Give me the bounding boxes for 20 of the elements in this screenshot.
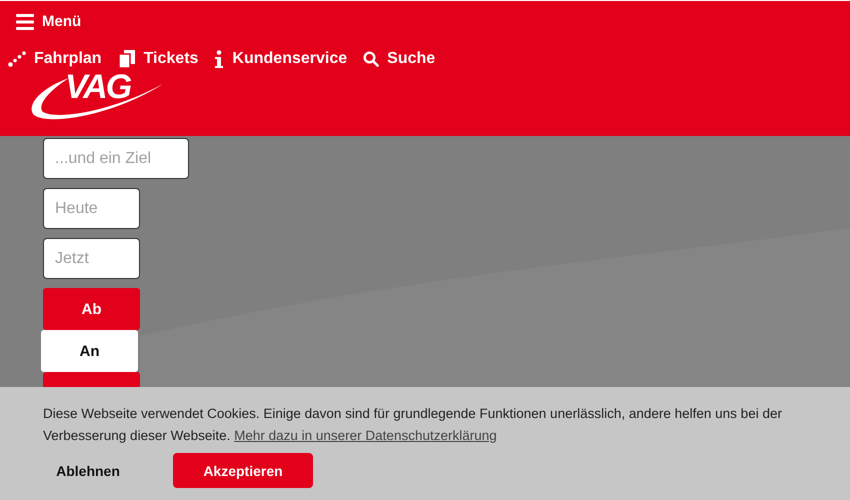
decline-button[interactable]: Ablehnen	[43, 453, 133, 488]
dots-icon	[8, 51, 26, 67]
input-field[interactable]: Heute	[43, 188, 140, 229]
search-icon	[363, 51, 380, 67]
menu-button[interactable]: Menü	[8, 11, 90, 32]
nav-link[interactable]: Fahrplan	[8, 50, 102, 68]
menu-icon	[16, 14, 34, 30]
input-field[interactable]: Jetzt	[43, 238, 140, 279]
nav-link[interactable]: Tickets	[118, 50, 198, 68]
accept-button[interactable]: Akzeptieren	[173, 453, 313, 488]
privacy-link[interactable]: Mehr dazu in unserer Datenschutzerklärung	[234, 428, 497, 443]
info-icon	[214, 50, 224, 68]
nav-link[interactable]: Kundenservice	[214, 50, 348, 68]
nav-link[interactable]: Suche	[363, 50, 436, 68]
tickets-icon	[118, 50, 136, 68]
toggle-button[interactable]	[43, 372, 140, 387]
cookie-text: Diese Webseite verwendet Cookies. Einige davon sind für grundlegende Funktionen unerlässlich, andere helfen uns bei der Verbesserung dieser Webseite. Mehr dazu in unserer Datenschutzerklärung	[43, 405, 783, 445]
toggle-button[interactable]: An	[41, 330, 138, 372]
toggle-button[interactable]: Ab	[43, 288, 140, 330]
input-field[interactable]: ...und ein Ziel	[43, 138, 189, 179]
